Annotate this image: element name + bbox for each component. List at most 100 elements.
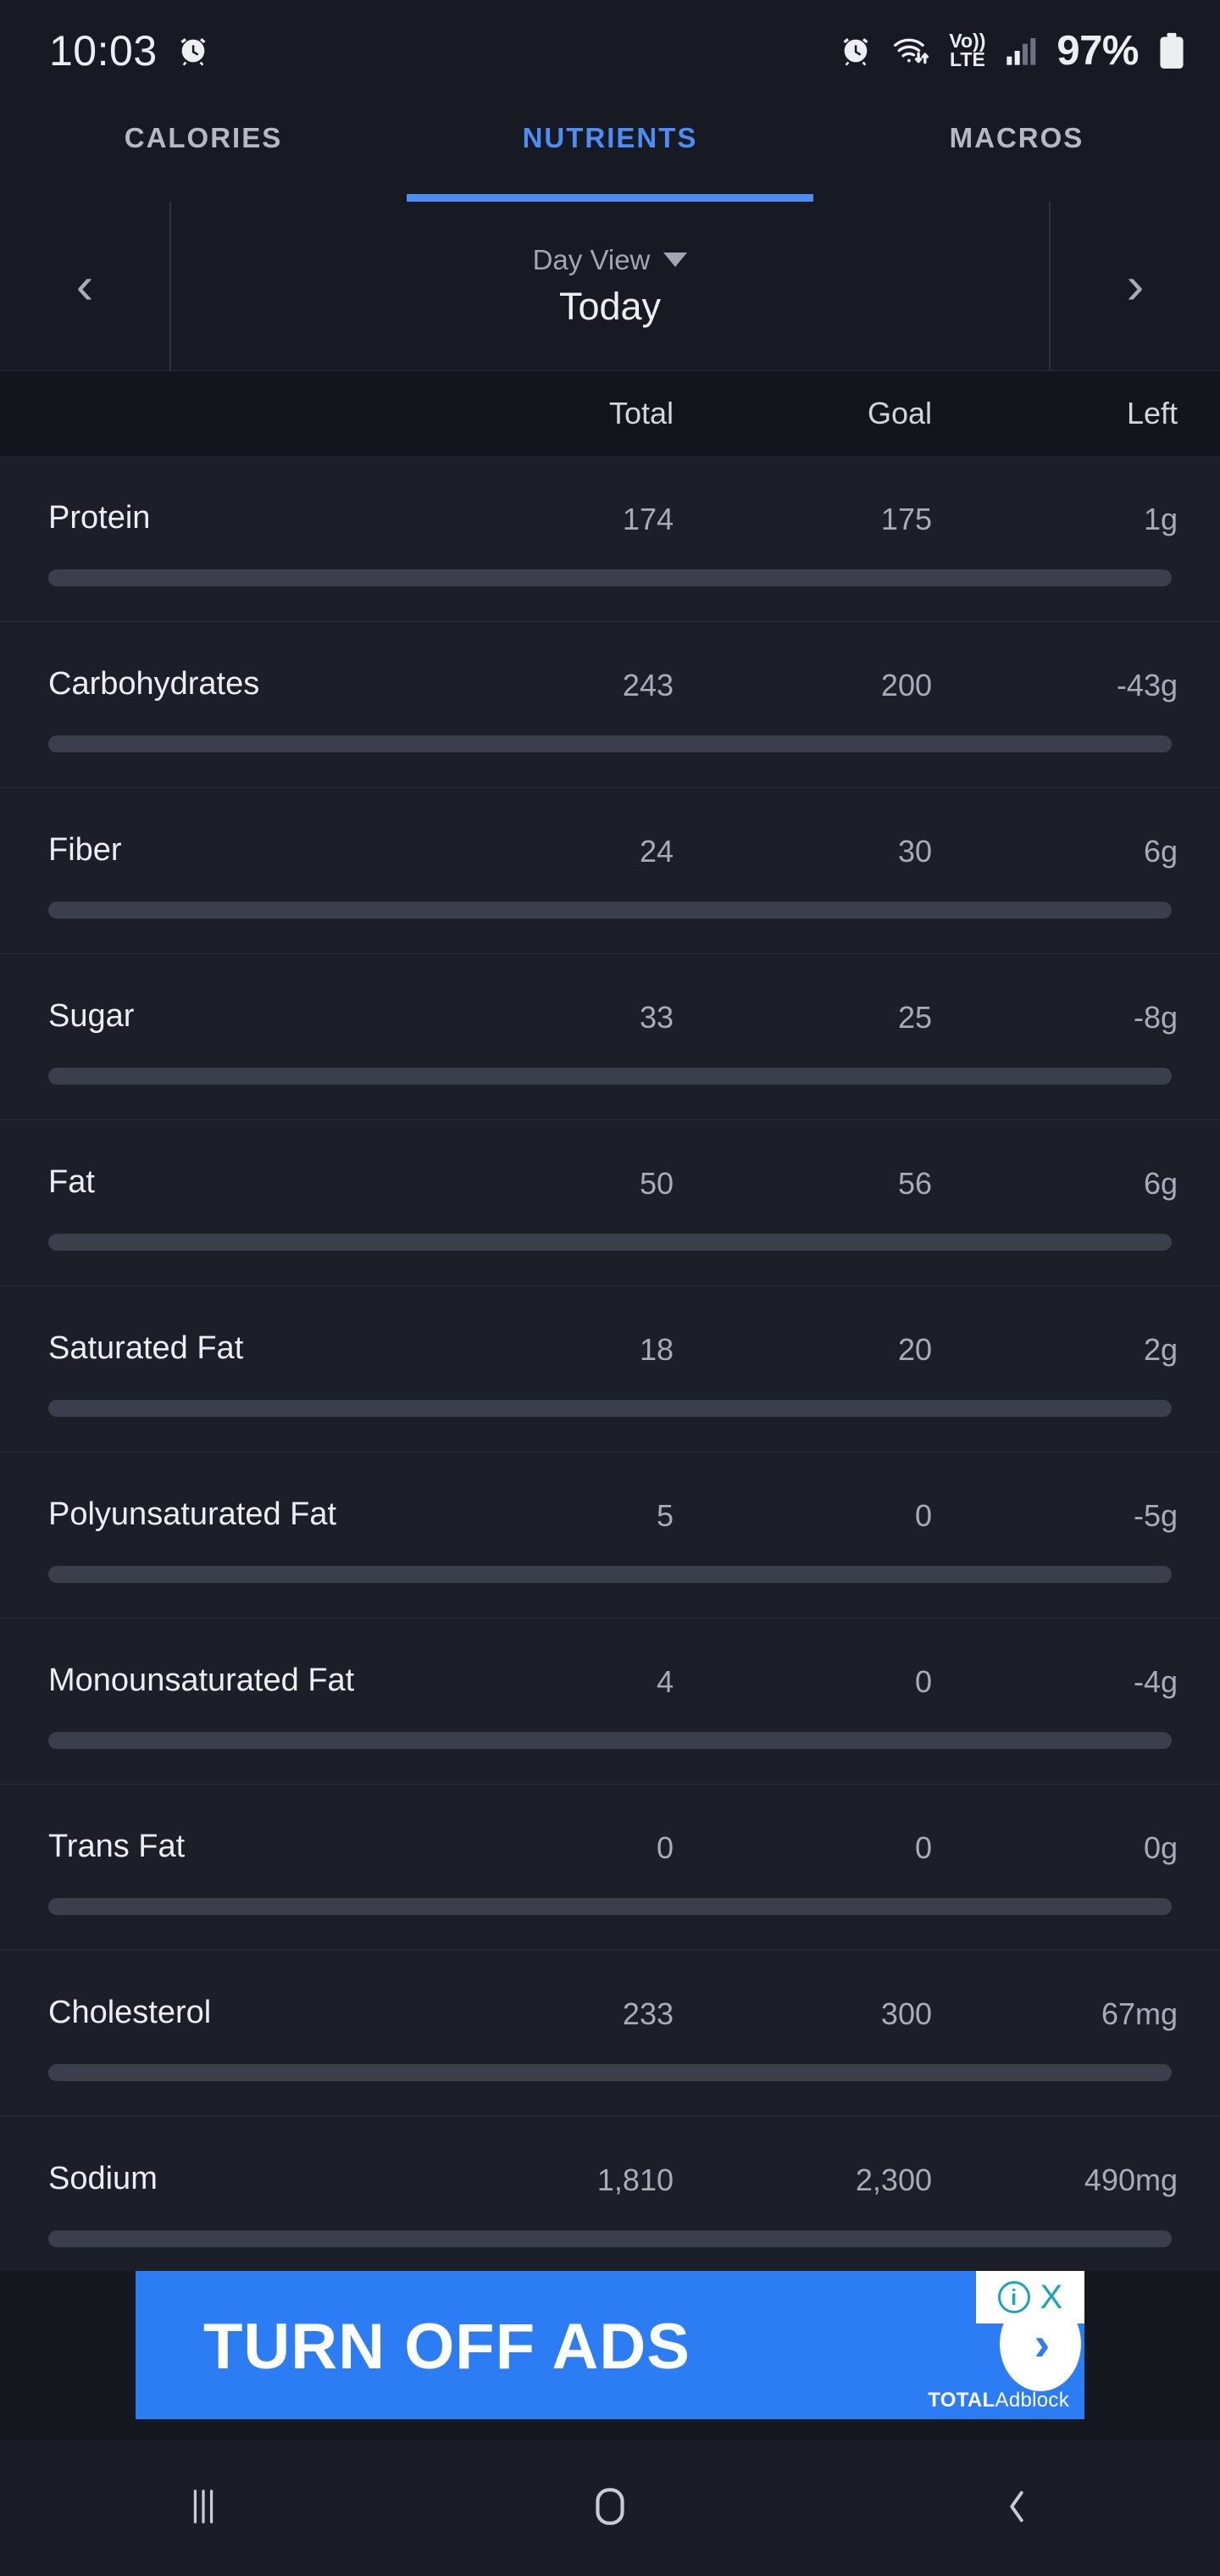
back-icon <box>997 2484 1036 2533</box>
nutrient-name: Carbohydrates <box>48 666 260 702</box>
nutrient-left: -8g <box>1133 1000 1178 1035</box>
table-row[interactable]: Sugar 33 25 -8g <box>0 954 1220 1120</box>
nutrient-left: -43g <box>1116 668 1178 702</box>
nutrient-total: 174 <box>622 502 674 536</box>
nutrient-progress-track <box>48 1068 1172 1085</box>
nutrient-name: Cholesterol <box>48 1995 212 2030</box>
ad-brand-bold: TOTAL <box>928 2389 995 2412</box>
table-row[interactable]: Trans Fat 0 0 0g <box>0 1785 1220 1951</box>
ad-banner[interactable]: TURN OFF ADS › TOTALAdblock i X <box>136 2271 1084 2419</box>
next-day-button[interactable]: › <box>1051 202 1220 370</box>
nutrient-name: Polyunsaturated Fat <box>48 1496 337 1532</box>
tab-nutrients[interactable]: NUTRIENTS <box>407 102 813 202</box>
back-button[interactable] <box>932 2466 1101 2551</box>
nutrient-left: 490mg <box>1084 2162 1178 2197</box>
nutrient-goal: 2,300 <box>855 2162 932 2197</box>
nutrient-left: -4g <box>1133 1664 1178 1699</box>
nutrient-progress-track <box>48 1566 1172 1583</box>
ad-brand: TOTALAdblock <box>928 2389 1069 2412</box>
android-nav-bar <box>0 2440 1220 2576</box>
nutrient-goal: 20 <box>897 1332 932 1367</box>
nutrient-progress-track <box>48 1234 1172 1251</box>
battery-percent: 97% <box>1056 28 1139 74</box>
table-row[interactable]: Monounsaturated Fat 4 0 -4g <box>0 1618 1220 1785</box>
home-button[interactable] <box>525 2466 695 2551</box>
nutrient-name: Monounsaturated Fat <box>48 1663 355 1698</box>
table-row[interactable]: Sodium 1,810 2,300 490mg <box>0 2117 1220 2283</box>
home-icon <box>589 2484 631 2534</box>
nutrient-name: Trans Fat <box>48 1829 186 1864</box>
table-row[interactable]: Carbohydrates 243 200 -43g <box>0 622 1220 788</box>
chevron-right-icon: › <box>1034 2317 1051 2370</box>
signal-bars-icon <box>1004 34 1038 68</box>
nutrient-name: Sodium <box>48 2161 158 2196</box>
nutrient-left: 0g <box>1143 1830 1178 1865</box>
ad-info-icon[interactable]: i <box>997 2281 1030 2313</box>
nutrient-total: 0 <box>656 1830 674 1865</box>
app-root: 10:03 Vo)) LTE 97% CALORIES NUTRIENTS MA… <box>0 0 1220 2576</box>
nutrient-goal: 0 <box>914 1830 932 1865</box>
nutrient-goal: 0 <box>914 1664 932 1699</box>
nutrient-progress-track <box>48 1898 1172 1915</box>
nutrient-goal: 175 <box>880 502 932 536</box>
alarm-icon <box>839 34 873 68</box>
table-row[interactable]: Fiber 24 30 6g <box>0 788 1220 954</box>
nutrient-goal: 30 <box>897 834 932 869</box>
recents-button[interactable] <box>119 2466 288 2551</box>
nutrient-left: 2g <box>1143 1332 1178 1367</box>
nutrient-progress-track <box>48 569 1172 586</box>
alarm-icon <box>176 34 210 68</box>
tab-nutrients-label: NUTRIENTS <box>522 122 698 153</box>
nutrient-progress-track <box>48 902 1172 919</box>
previous-day-button[interactable]: ‹ <box>0 202 169 370</box>
column-header-total: Total <box>608 396 674 430</box>
nutrient-total: 33 <box>639 1000 674 1035</box>
nutrient-goal: 200 <box>880 668 932 702</box>
tab-calories[interactable]: CALORIES <box>0 102 407 202</box>
nutrient-list: Protein 174 175 1g Carbohydrates 243 200 -43g Fi… <box>0 456 1220 2283</box>
nutrient-goal: 0 <box>914 1498 932 1533</box>
nutrient-goal: 300 <box>880 1996 932 2031</box>
column-header-row: Total Goal Left <box>0 371 1220 456</box>
status-time: 10:03 <box>49 27 158 75</box>
nutrient-total: 5 <box>656 1498 674 1533</box>
nutrient-total: 24 <box>639 834 674 869</box>
nutrient-name: Fat <box>48 1164 95 1200</box>
nutrient-name: Saturated Fat <box>48 1330 244 1366</box>
table-row[interactable]: Cholesterol 233 300 67mg <box>0 1951 1220 2117</box>
nutrient-progress-track <box>48 2064 1172 2081</box>
nutrient-name: Sugar <box>48 998 135 1034</box>
wifi-icon <box>891 33 930 69</box>
recents-icon <box>184 2484 223 2533</box>
nutrient-progress-track <box>48 1732 1172 1749</box>
day-view-label: Day View <box>532 243 651 275</box>
nutrient-total: 233 <box>622 1996 674 2031</box>
ad-zone: TURN OFF ADS › TOTALAdblock i X <box>0 2271 1220 2440</box>
ad-headline: TURN OFF ADS <box>203 2311 690 2383</box>
nutrient-name: Fiber <box>48 832 122 868</box>
nutrient-total: 243 <box>622 668 674 702</box>
status-bar: 10:03 Vo)) LTE 97% <box>0 0 1220 102</box>
volte-bottom-label: LTE <box>950 48 985 70</box>
battery-full-icon <box>1157 32 1186 69</box>
nutrient-left: -5g <box>1133 1498 1178 1533</box>
date-navigator: ‹ Day View Today › <box>0 202 1220 371</box>
table-row[interactable]: Protein 174 175 1g <box>0 456 1220 622</box>
tab-calories-label: CALORIES <box>124 122 283 153</box>
day-view-selector[interactable]: Day View <box>533 244 688 276</box>
active-tab-indicator <box>407 194 813 202</box>
status-bar-left: 10:03 <box>49 26 210 75</box>
ad-close-icon[interactable]: X <box>1040 2280 1063 2314</box>
table-row[interactable]: Fat 50 56 6g <box>0 1120 1220 1286</box>
tab-macros[interactable]: MACROS <box>813 102 1220 202</box>
chevron-right-icon: › <box>1126 256 1145 315</box>
date-display[interactable]: Day View Today <box>169 202 1051 370</box>
table-row[interactable]: Saturated Fat 18 20 2g <box>0 1286 1220 1452</box>
tab-macros-label: MACROS <box>949 122 1084 153</box>
nutrient-total: 1,810 <box>596 2162 674 2197</box>
nutrient-goal: 25 <box>897 1000 932 1035</box>
nutrient-left: 6g <box>1143 1166 1178 1201</box>
status-bar-right: Vo)) LTE 97% <box>839 27 1186 75</box>
table-row[interactable]: Polyunsaturated Fat 5 0 -5g <box>0 1452 1220 1618</box>
tab-bar: CALORIES NUTRIENTS MACROS <box>0 102 1220 202</box>
